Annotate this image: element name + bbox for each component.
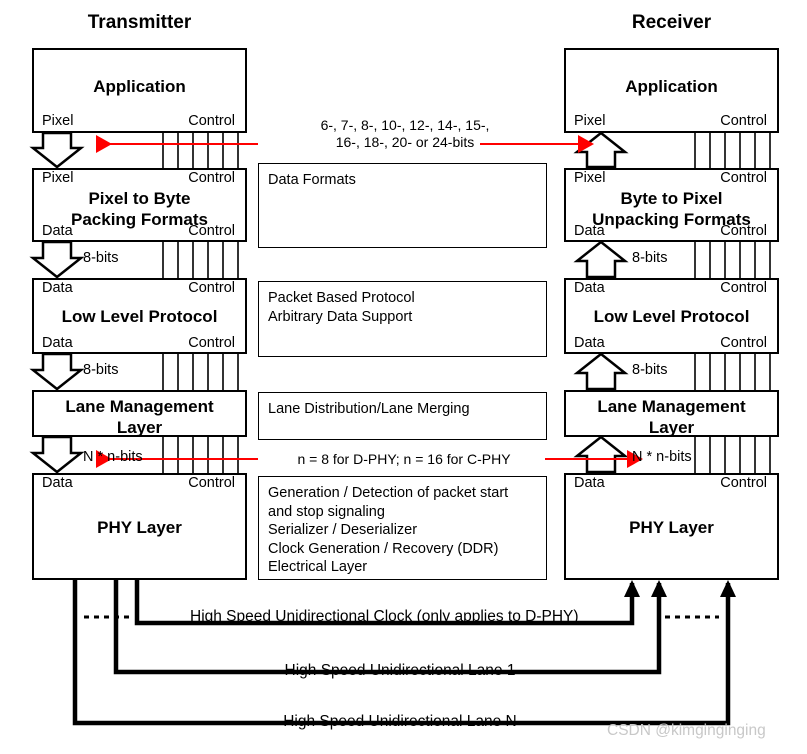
rx-phy-port-control: Control	[720, 475, 767, 491]
tx-phy-port-control: Control	[188, 475, 235, 491]
link-label-laneN: High Speed Unidirectional Lane N	[283, 713, 517, 730]
tx-p2b-port-top-control: Control	[188, 170, 235, 186]
tx-layer-lane-management-label: Lane Management Layer	[65, 397, 214, 437]
description-protocol: Packet Based Protocol Arbitrary Data Sup…	[258, 281, 547, 357]
tx-p2b-port-bottom-control: Control	[188, 223, 235, 239]
rx-layer-low-level-protocol-label: Low Level Protocol	[593, 307, 750, 326]
tx-layer-phy[interactable]: PHY Layer Data Control	[32, 473, 247, 580]
rx-application-port-control: Control	[720, 113, 767, 129]
link-lane1-path	[113, 580, 662, 675]
rx-layer-low-level-protocol[interactable]: Low Level Protocol Data Control Data Con…	[564, 278, 779, 354]
tx-layer-pixel-to-byte[interactable]: Pixel to Byte Packing Formats Pixel Cont…	[32, 168, 247, 242]
description-phy-text: Generation / Detection of packet start a…	[268, 485, 509, 575]
rx-application-port-pixel: Pixel	[574, 113, 606, 129]
tx-layer-application[interactable]: Application Pixel Control	[32, 48, 247, 133]
physical-links	[72, 580, 731, 726]
description-lane: Lane Distribution/Lane Merging	[258, 392, 547, 440]
tx-bus-label-0: 8-bits	[83, 250, 119, 266]
rx-b2p-port-bottom-control: Control	[720, 223, 767, 239]
rx-llp-port-bottom-control: Control	[720, 335, 767, 351]
rx-layer-phy-label: PHY Layer	[629, 518, 714, 537]
rx-llp-port-top-control: Control	[720, 280, 767, 296]
link-arrowheads	[624, 580, 736, 597]
tx-bus-label-2: N * n-bits	[83, 449, 143, 465]
diagram-canvas: Transmitter Receiver Application Pixel C…	[0, 0, 807, 754]
rx-bus-label-2: N * n-bits	[632, 449, 692, 465]
tx-p2b-port-top-pixel: Pixel	[42, 170, 74, 186]
tx-p2b-port-bottom-data: Data	[42, 223, 73, 239]
link-label-lane1: High Speed Unidirectional Lane 1	[284, 662, 516, 679]
rx-layer-byte-to-pixel[interactable]: Byte to Pixel Unpacking Formats Pixel Co…	[564, 168, 779, 242]
description-data-formats: Data Formats	[258, 163, 547, 248]
rx-bus-label-0: 8-bits	[632, 250, 668, 266]
description-data-formats-text: Data Formats	[268, 172, 356, 188]
rx-b2p-port-top-pixel: Pixel	[574, 170, 606, 186]
description-protocol-text: Packet Based Protocol Arbitrary Data Sup…	[268, 290, 415, 325]
description-phy: Generation / Detection of packet start a…	[258, 476, 547, 580]
tx-layer-phy-label: PHY Layer	[97, 518, 182, 537]
rx-layer-application[interactable]: Application Pixel Control	[564, 48, 779, 133]
rx-layer-lane-management[interactable]: Lane Management Layer	[564, 390, 779, 437]
watermark: CSDN @kimginginging	[607, 722, 766, 739]
tx-llp-port-bottom-data: Data	[42, 335, 73, 351]
tx-layer-application-label: Application	[93, 77, 186, 96]
tx-llp-port-top-data: Data	[42, 280, 73, 296]
tx-application-port-pixel: Pixel	[42, 113, 74, 129]
rx-layer-phy[interactable]: PHY Layer Data Control	[564, 473, 779, 580]
rx-llp-port-bottom-data: Data	[574, 335, 605, 351]
rx-bus-label-1: 8-bits	[632, 362, 668, 378]
link-label-clock: High Speed Unidirectional Clock (only ap…	[190, 608, 579, 625]
tx-layer-lane-management[interactable]: Lane Management Layer	[32, 390, 247, 437]
rx-phy-port-data: Data	[574, 475, 605, 491]
rx-b2p-port-bottom-data: Data	[574, 223, 605, 239]
rx-b2p-port-top-control: Control	[720, 170, 767, 186]
red-annotation-phy-lane-width: n = 8 for D-PHY; n = 16 for C-PHY	[297, 451, 511, 467]
tx-layer-low-level-protocol-label: Low Level Protocol	[61, 307, 218, 326]
tx-llp-port-top-control: Control	[188, 280, 235, 296]
red-annotation-pixel-width: 6-, 7-, 8-, 10-, 12-, 14-, 15-, 16-, 18-…	[320, 117, 490, 150]
tx-phy-port-data: Data	[42, 475, 73, 491]
rx-layer-application-label: Application	[625, 77, 718, 96]
tx-bus-label-1: 8-bits	[83, 362, 119, 378]
rx-layer-lane-management-label: Lane Management Layer	[597, 397, 746, 437]
rx-llp-port-top-data: Data	[574, 280, 605, 296]
tx-llp-port-bottom-control: Control	[188, 335, 235, 351]
tx-application-port-control: Control	[188, 113, 235, 129]
description-lane-text: Lane Distribution/Lane Merging	[268, 401, 470, 417]
tx-layer-low-level-protocol[interactable]: Low Level Protocol Data Control Data Con…	[32, 278, 247, 354]
receiver-title: Receiver	[631, 12, 712, 33]
transmitter-title: Transmitter	[87, 12, 192, 33]
